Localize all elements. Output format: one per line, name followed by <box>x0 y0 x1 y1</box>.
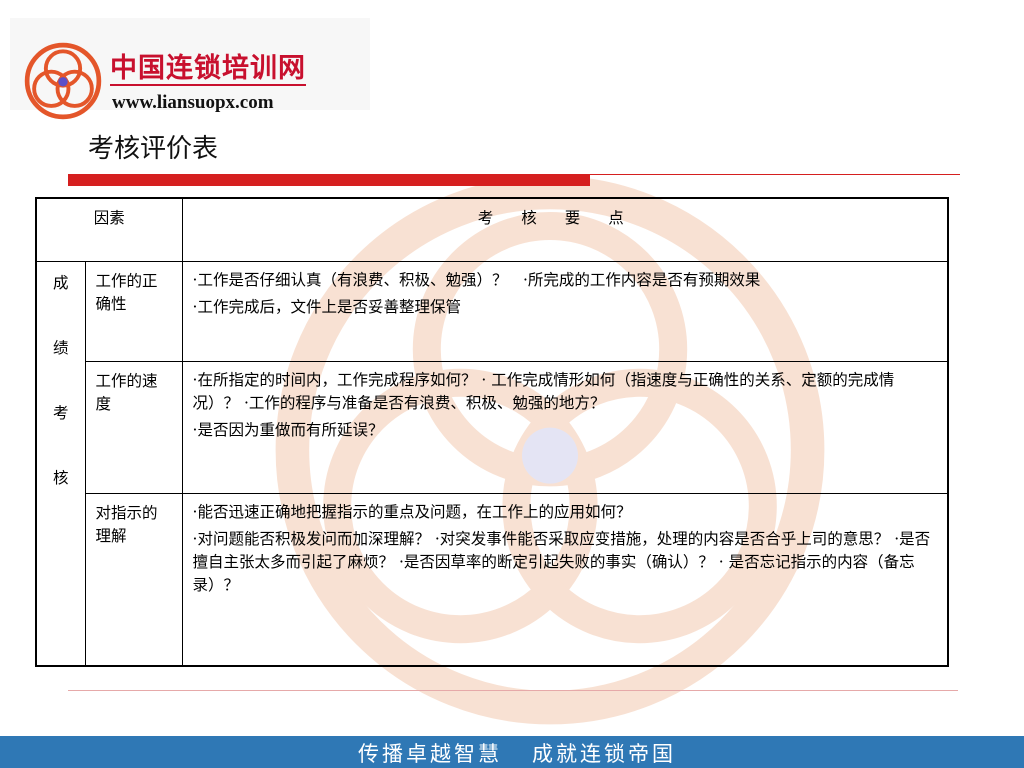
logo-banner[interactable]: 中国连锁培训网 www.liansuopx.com <box>10 18 370 120</box>
point-item: ·工作是否仔细认真（有浪费、积极、勉强）？ ·所完成的工作内容是否有预期效果 <box>192 270 761 289</box>
logo-divider <box>110 84 306 86</box>
factor-cell: 对指示的理解 <box>84 492 183 667</box>
footer-slogan-left: 传播卓越智慧 <box>358 742 502 766</box>
logo-url: www.liansuopx.com <box>112 92 274 113</box>
title-underline-bar <box>68 174 590 186</box>
evaluation-table: 因素 考核要点 成 绩 考 核 工作的正确性 ·工作是否仔细认真（有浪费、积极、… <box>35 197 949 667</box>
category-char: 考 <box>52 403 69 422</box>
point-item: ·在所指定的时间内，工作完成程序如何？ · 工作完成情形如何（指速度与正确性的关… <box>192 370 895 412</box>
footer-slogan: 传播卓越智慧 成就连锁帝国 <box>358 738 676 768</box>
table-row: 工作的速度 ·在所指定的时间内，工作完成程序如何？ · 工作完成情形如何（指速度… <box>36 360 949 494</box>
header-factor: 因素 <box>35 197 183 262</box>
category-char: 绩 <box>52 338 69 357</box>
table-row: 成 绩 考 核 工作的正确性 ·工作是否仔细认真（有浪费、积极、勉强）？ ·所完… <box>35 260 949 667</box>
logo-emblem-icon <box>24 42 102 120</box>
header-points: 考核要点 <box>181 197 949 262</box>
factor-cell: 工作的速度 <box>84 360 183 494</box>
bottom-divider <box>68 690 958 691</box>
table-header-row: 因素 考核要点 <box>35 197 949 262</box>
footer-slogan-right: 成就连锁帝国 <box>532 742 676 766</box>
title-underline-line <box>590 174 960 175</box>
point-item: ·对问题能否积极发问而加深理解？ ·对突发事件能否采取应变措施，处理的内容是否合… <box>192 529 931 594</box>
points-cell: ·能否迅速正确地把握指示的重点及问题，在工作上的应用如何？ ·对问题能否积极发问… <box>181 492 949 667</box>
points-cell: ·在所指定的时间内，工作完成程序如何？ · 工作完成情形如何（指速度与正确性的关… <box>181 360 949 494</box>
logo-chinese-name: 中国连锁培训网 <box>110 53 306 84</box>
table-row: 对指示的理解 ·能否迅速正确地把握指示的重点及问题，在工作上的应用如何？ ·对问… <box>36 492 949 667</box>
page-title: 考核评价表 <box>88 134 219 164</box>
category-char: 成 <box>52 273 69 292</box>
category-label: 成 绩 考 核 <box>35 260 86 667</box>
factor-cell: 工作的正确性 <box>84 260 183 362</box>
point-item: ·工作完成后，文件上是否妥善整理保管 <box>192 297 461 316</box>
point-item: ·是否因为重做而有所延误？ <box>192 420 384 439</box>
point-item: ·能否迅速正确地把握指示的重点及问题，在工作上的应用如何？ <box>192 502 632 521</box>
category-char: 核 <box>52 468 69 487</box>
points-cell: ·工作是否仔细认真（有浪费、积极、勉强）？ ·所完成的工作内容是否有预期效果 ·… <box>181 260 949 362</box>
